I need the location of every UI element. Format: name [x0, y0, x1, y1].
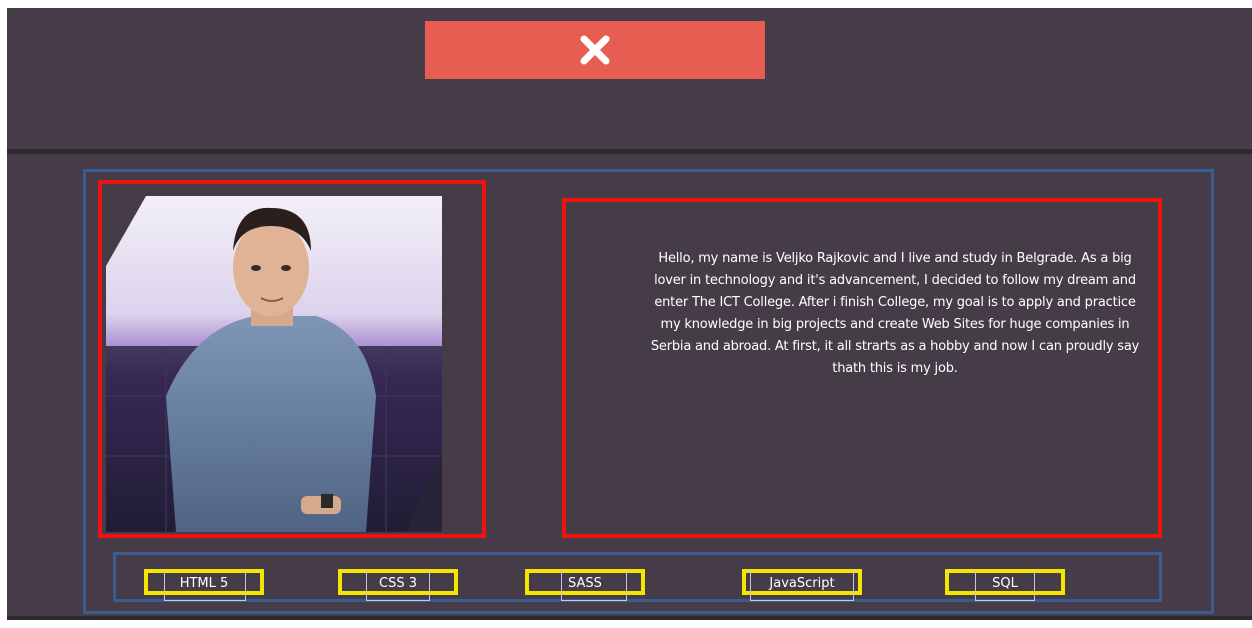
skill-label: SASS [568, 576, 602, 591]
bio-frame: Hello, my name is Veljko Rajkovic and I … [562, 198, 1162, 538]
skill-sql[interactable]: SQL [945, 569, 1065, 601]
header-divider [7, 149, 1252, 154]
bio-text: Hello, my name is Veljko Rajkovic and I … [650, 251, 1140, 376]
page-frame: Hello, my name is Veljko Rajkovic and I … [7, 8, 1252, 620]
skill-javascript[interactable]: JavaScript [742, 569, 862, 601]
skill-html5[interactable]: HTML 5 [144, 569, 264, 601]
skill-label: JavaScript [769, 576, 835, 591]
skill-label: SQL [992, 576, 1018, 591]
profile-photo-frame [98, 180, 486, 538]
skill-css3[interactable]: CSS 3 [338, 569, 458, 601]
skill-label: HTML 5 [179, 576, 229, 591]
bottom-divider [7, 616, 1252, 620]
skill-label: CSS 3 [379, 576, 417, 591]
close-button[interactable] [425, 21, 765, 79]
close-x-icon [580, 35, 610, 65]
profile-photo-image [106, 196, 442, 532]
header-bar [7, 8, 1252, 149]
skill-sass[interactable]: SASS [525, 569, 645, 601]
skills-bar: HTML 5 CSS 3 SASS JavaScript SQL [113, 552, 1162, 602]
profile-photo [106, 196, 442, 532]
